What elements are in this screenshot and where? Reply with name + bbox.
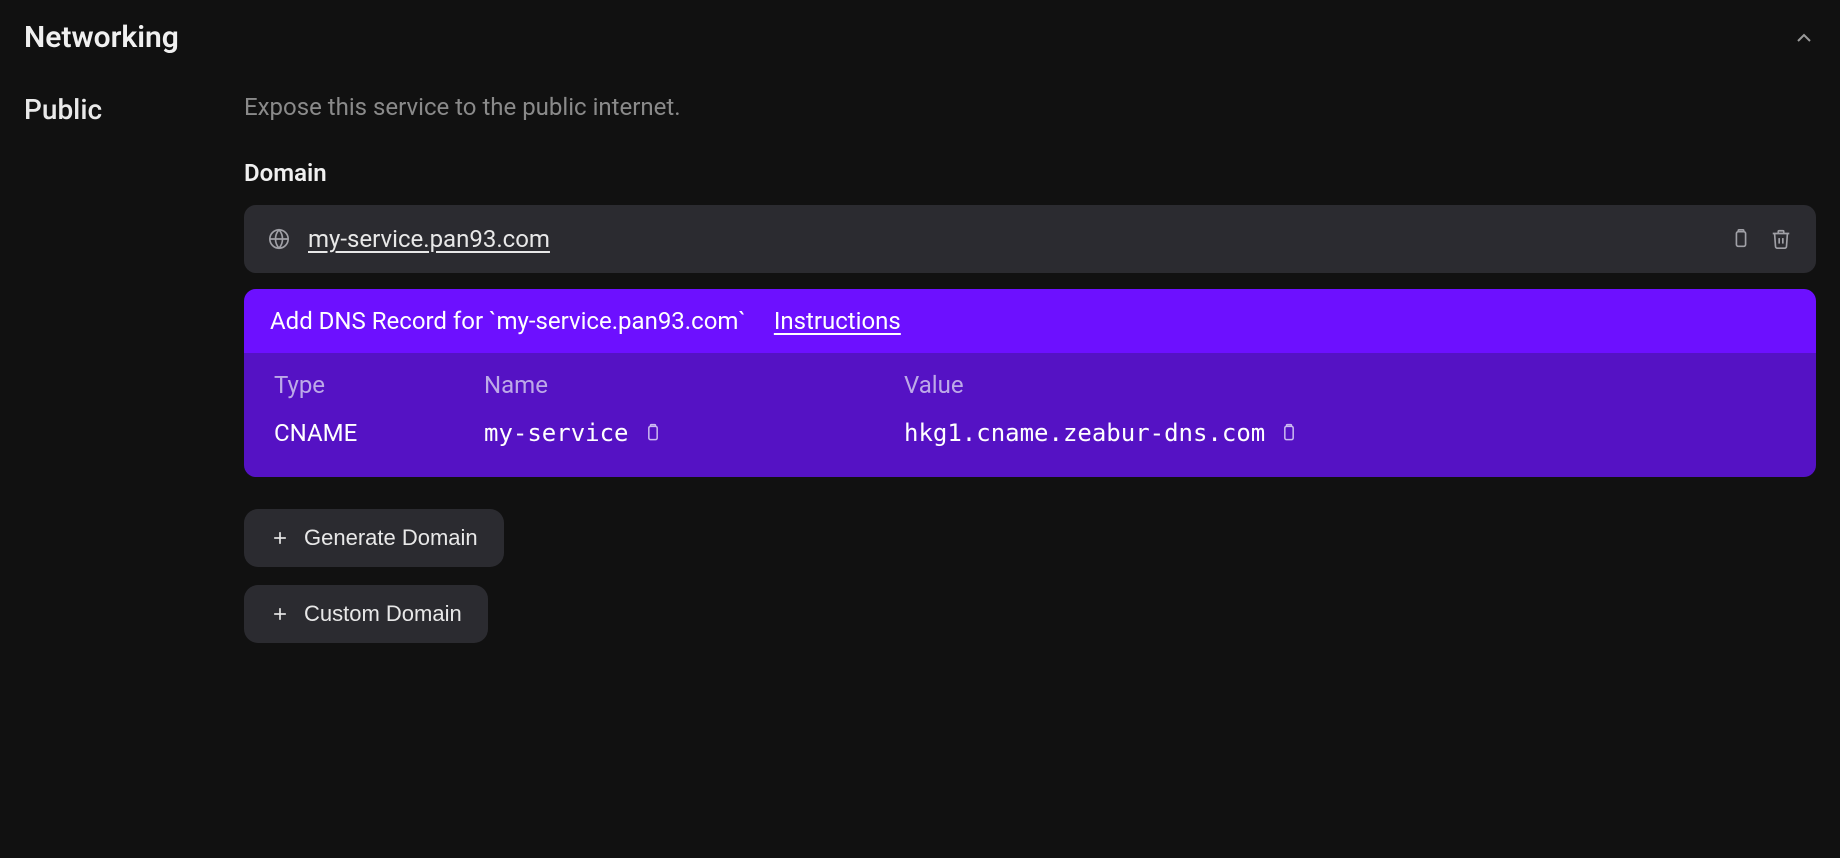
- public-description: Expose this service to the public intern…: [244, 93, 1816, 121]
- plus-icon: [270, 528, 290, 548]
- custom-domain-button[interactable]: Custom Domain: [244, 585, 488, 643]
- section-header: Networking: [24, 20, 1816, 55]
- dns-record-name-cell: my-service: [484, 419, 904, 447]
- dns-record-value: hkg1.cname.zeabur-dns.com: [904, 419, 1265, 447]
- domain-row: my-service.pan93.com: [244, 205, 1816, 273]
- dns-panel-header: Add DNS Record for `my-service.pan93.com…: [244, 289, 1816, 353]
- globe-icon: [268, 228, 290, 250]
- dns-prompt-domain: `my-service.pan93.com`: [489, 307, 746, 335]
- chevron-up-icon: [1792, 26, 1816, 50]
- dns-prompt: Add DNS Record for `my-service.pan93.com…: [270, 307, 746, 335]
- dns-record-value-cell: hkg1.cname.zeabur-dns.com: [904, 419, 1786, 447]
- clipboard-icon: [1279, 423, 1299, 443]
- dns-col-type: Type: [274, 371, 484, 399]
- dns-panel-body: Type Name Value CNAME my-service: [244, 353, 1816, 477]
- generate-domain-label: Generate Domain: [304, 525, 478, 551]
- dns-instructions-link[interactable]: Instructions: [774, 307, 901, 335]
- delete-domain-button[interactable]: [1770, 228, 1792, 250]
- collapse-toggle[interactable]: [1792, 26, 1816, 50]
- dns-record-name: my-service: [484, 419, 629, 447]
- custom-domain-label: Custom Domain: [304, 601, 462, 627]
- copy-dns-name-button[interactable]: [643, 423, 663, 443]
- dns-prompt-prefix: Add DNS Record for: [270, 307, 489, 335]
- section-title: Networking: [24, 20, 179, 55]
- trash-icon: [1770, 228, 1792, 250]
- clipboard-icon: [643, 423, 663, 443]
- domain-link[interactable]: my-service.pan93.com: [308, 225, 1712, 253]
- clipboard-icon: [1730, 228, 1752, 250]
- plus-icon: [270, 604, 290, 624]
- copy-domain-button[interactable]: [1730, 228, 1752, 250]
- dns-col-name: Name: [484, 371, 904, 399]
- dns-col-value: Value: [904, 371, 1786, 399]
- domain-field-label: Domain: [244, 159, 1816, 187]
- generate-domain-button[interactable]: Generate Domain: [244, 509, 504, 567]
- dns-panel: Add DNS Record for `my-service.pan93.com…: [244, 289, 1816, 477]
- public-label: Public: [24, 93, 220, 126]
- dns-record-type: CNAME: [274, 419, 484, 447]
- copy-dns-value-button[interactable]: [1279, 423, 1299, 443]
